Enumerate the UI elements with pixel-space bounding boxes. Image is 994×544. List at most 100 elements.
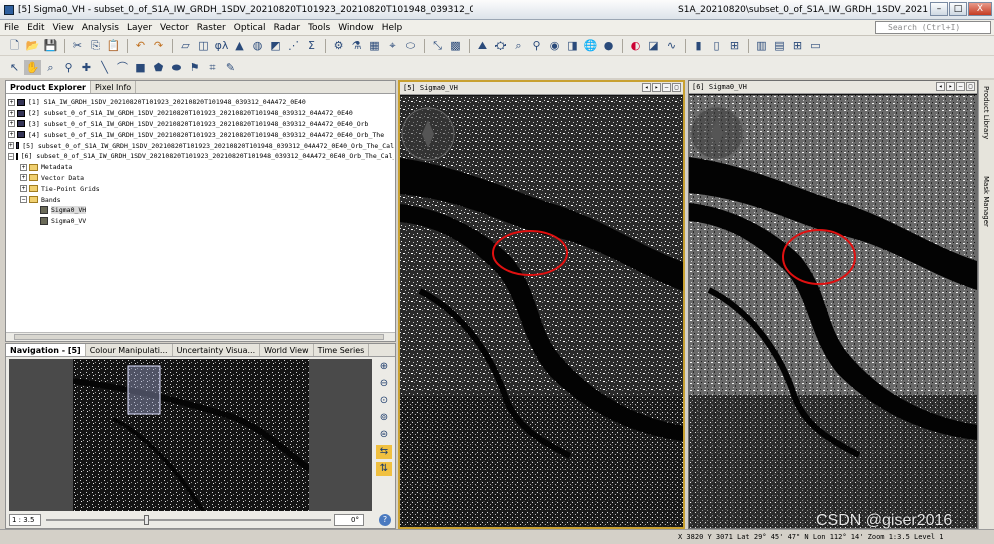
zoom-slider[interactable] bbox=[46, 519, 331, 521]
scatter-icon[interactable]: ⋰ bbox=[285, 38, 302, 53]
tree-item[interactable]: + [2] subset_0_of_S1A_IW_GRDH_1SDV_202108… bbox=[8, 108, 394, 119]
tree-item-bands[interactable]: − Bands bbox=[8, 194, 394, 205]
view-tab-title[interactable]: [6] Sigma0_VH bbox=[689, 83, 747, 91]
menu-file[interactable]: File bbox=[0, 23, 23, 33]
polygon-icon[interactable]: ⬟ bbox=[150, 60, 167, 75]
zoom-slider-thumb[interactable] bbox=[144, 515, 149, 525]
gcp-placer-icon[interactable]: ✚ bbox=[78, 60, 95, 75]
menu-raster[interactable]: Raster bbox=[193, 23, 230, 33]
save-icon[interactable]: 💾 bbox=[42, 38, 59, 53]
range-doppler-icon[interactable]: ⛮ bbox=[492, 38, 509, 53]
tile-evenly-icon[interactable]: ▭ bbox=[807, 38, 824, 53]
sync-cursor-icon[interactable]: ⇅ bbox=[376, 462, 392, 476]
terrain-icon[interactable]: ▦ bbox=[366, 38, 383, 53]
select-icon[interactable]: ↖ bbox=[6, 60, 23, 75]
menu-window[interactable]: Window bbox=[334, 23, 378, 33]
scroll-thumb[interactable] bbox=[14, 334, 384, 340]
magic-wand-icon[interactable]: ⚑ bbox=[186, 60, 203, 75]
image-view-5[interactable]: [5] Sigma0_VH ◂ ▸ – □ bbox=[398, 80, 685, 529]
pan-icon[interactable]: ✋ bbox=[24, 59, 41, 75]
line-icon[interactable]: ╲ bbox=[96, 60, 113, 75]
wave-icon[interactable]: ∿ bbox=[663, 38, 680, 53]
tree-item[interactable]: − [6] subset_0_of_S1A_IW_GRDH_1SDV_202108… bbox=[8, 151, 394, 162]
side-tab-mask-manager[interactable]: Mask Manager bbox=[982, 176, 990, 227]
tree-item-metadata[interactable]: + Metadata bbox=[8, 162, 394, 173]
zoom-in-icon[interactable]: ⊕ bbox=[376, 360, 392, 374]
open-icon[interactable]: 📂 bbox=[24, 38, 41, 53]
maximize-button[interactable]: □ bbox=[949, 2, 967, 16]
minimize-view-icon[interactable]: – bbox=[662, 83, 671, 92]
grid-icon[interactable]: ▩ bbox=[447, 38, 464, 53]
sphere-icon[interactable]: ● bbox=[600, 38, 617, 53]
tab-product-explorer[interactable]: Product Explorer bbox=[6, 81, 91, 93]
copy-icon[interactable]: ⎘ bbox=[87, 38, 104, 53]
rectangle-icon[interactable]: ■ bbox=[132, 60, 149, 75]
tree-item[interactable]: + [4] subset_0_of_S1A_IW_GRDH_1SDV_202108… bbox=[8, 129, 394, 140]
tile-horizontal-icon[interactable]: ▥ bbox=[753, 38, 770, 53]
scroll-right-icon[interactable]: ▸ bbox=[946, 82, 955, 91]
view-tab-title[interactable]: [5] Sigma0_VH bbox=[400, 84, 458, 92]
tab-navigation[interactable]: Navigation - [5] bbox=[6, 344, 86, 356]
maximize-view-icon[interactable]: □ bbox=[966, 82, 975, 91]
range-finder-icon[interactable]: ⌗ bbox=[204, 60, 221, 75]
menu-layer[interactable]: Layer bbox=[123, 23, 156, 33]
pie-icon[interactable]: ◐ bbox=[627, 38, 644, 53]
new-icon[interactable]: 🗋 bbox=[6, 38, 23, 53]
zoom-out-icon[interactable]: ⊖ bbox=[376, 377, 392, 391]
zoom-fit-icon[interactable]: ⊙ bbox=[376, 394, 392, 408]
side-tab-product-library[interactable]: Product Library bbox=[982, 86, 990, 139]
scale-field[interactable]: 1 : 3.5 bbox=[9, 514, 41, 526]
pin-tool-icon[interactable]: ⚲ bbox=[60, 60, 77, 75]
sync-views-icon[interactable]: ⇆ bbox=[376, 445, 392, 459]
grid2-icon[interactable]: ⊞ bbox=[726, 38, 743, 53]
paste-icon[interactable]: 📋 bbox=[105, 38, 122, 53]
ellipse-icon[interactable]: ⬬ bbox=[168, 60, 185, 75]
scroll-right-icon[interactable]: ▸ bbox=[652, 83, 661, 92]
menu-vector[interactable]: Vector bbox=[156, 23, 193, 33]
maximize-view-icon[interactable]: □ bbox=[672, 83, 681, 92]
tree-item-band-vh[interactable]: Sigma0_VH bbox=[8, 205, 394, 216]
minimize-button[interactable]: – bbox=[930, 2, 948, 16]
profile-icon[interactable]: ◩ bbox=[267, 38, 284, 53]
search-input[interactable]: Search (Ctrl+I) bbox=[875, 21, 991, 34]
explorer-scrollbar[interactable] bbox=[6, 332, 395, 341]
menu-analysis[interactable]: Analysis bbox=[78, 23, 123, 33]
tab-colour-manipulation[interactable]: Colour Manipulati... bbox=[86, 344, 173, 356]
calibrate-icon[interactable]: ⚗ bbox=[348, 38, 365, 53]
scroll-left-icon[interactable]: ◂ bbox=[936, 82, 945, 91]
bars-icon[interactable]: ▯ bbox=[708, 38, 725, 53]
zoom-default-icon[interactable]: ⊜ bbox=[376, 428, 392, 442]
histogram-icon[interactable]: ▲ bbox=[231, 38, 248, 53]
polyline-icon[interactable]: ⌒ bbox=[114, 60, 131, 75]
tile-vertical-icon[interactable]: ▤ bbox=[771, 38, 788, 53]
ellipsoid-icon[interactable]: ⬭ bbox=[402, 38, 419, 53]
layer-icon[interactable]: ◪ bbox=[645, 38, 662, 53]
scroll-left-icon[interactable]: ◂ bbox=[642, 83, 651, 92]
graph-icon[interactable]: ⤡ bbox=[429, 38, 446, 53]
graph-builder-icon[interactable]: ▱ bbox=[177, 38, 194, 53]
navigation-overview[interactable] bbox=[9, 359, 372, 511]
coregister-icon[interactable]: ⚙ bbox=[330, 38, 347, 53]
menu-radar[interactable]: Radar bbox=[270, 23, 305, 33]
redo-icon[interactable]: ↷ bbox=[150, 38, 167, 53]
tab-world-view[interactable]: World View bbox=[260, 344, 314, 356]
batch-icon[interactable]: ◫ bbox=[195, 38, 212, 53]
polar-icon[interactable]: ◨ bbox=[564, 38, 581, 53]
tree-item[interactable]: + [1] S1A_IW_GRDH_1SDV_20210820T101923_20… bbox=[8, 97, 394, 108]
minimize-view-icon[interactable]: – bbox=[956, 82, 965, 91]
menu-edit[interactable]: Edit bbox=[23, 23, 48, 33]
tree-item-vector-data[interactable]: + Vector Data bbox=[8, 173, 394, 184]
zoom-tool-icon[interactable]: ⌕ bbox=[42, 60, 59, 75]
tree-item[interactable]: + [3] subset_0_of_S1A_IW_GRDH_1SDV_202108… bbox=[8, 119, 394, 130]
tab-pixel-info[interactable]: Pixel Info bbox=[91, 81, 137, 93]
zoom-all-icon[interactable]: ⊚ bbox=[376, 411, 392, 425]
menu-tools[interactable]: Tools bbox=[304, 23, 334, 33]
tree-item-tie-point-grids[interactable]: + Tie-Point Grids bbox=[8, 183, 394, 194]
globe-icon[interactable]: 🌐 bbox=[582, 38, 599, 53]
menu-optical[interactable]: Optical bbox=[230, 23, 270, 33]
stats-icon[interactable]: Σ bbox=[303, 38, 320, 53]
rotation-field[interactable]: 0° bbox=[334, 514, 364, 526]
undo-icon[interactable]: ↶ bbox=[132, 38, 149, 53]
image-view-6[interactable]: [6] Sigma0_VH ◂ ▸ – □ bbox=[688, 80, 978, 529]
help-icon[interactable]: ? bbox=[379, 514, 391, 526]
